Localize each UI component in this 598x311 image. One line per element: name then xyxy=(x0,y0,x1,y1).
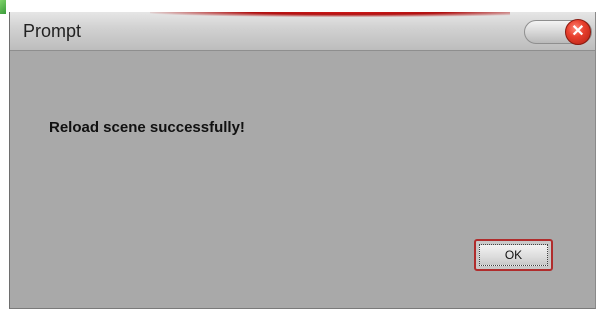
dialog-message: Reload scene successfully! xyxy=(49,119,245,136)
ok-button-label: OK xyxy=(479,244,548,266)
title-bar-glow xyxy=(150,12,510,17)
window-corner-decoration xyxy=(0,0,6,14)
dialog-title: Prompt xyxy=(23,21,82,41)
title-bar[interactable]: Prompt ✕ xyxy=(10,12,595,51)
ok-button[interactable]: OK xyxy=(474,239,553,271)
close-button[interactable]: ✕ xyxy=(524,19,592,45)
prompt-dialog: Prompt ✕ Reload scene successfully! OK xyxy=(9,12,596,309)
close-icon[interactable]: ✕ xyxy=(565,19,591,45)
